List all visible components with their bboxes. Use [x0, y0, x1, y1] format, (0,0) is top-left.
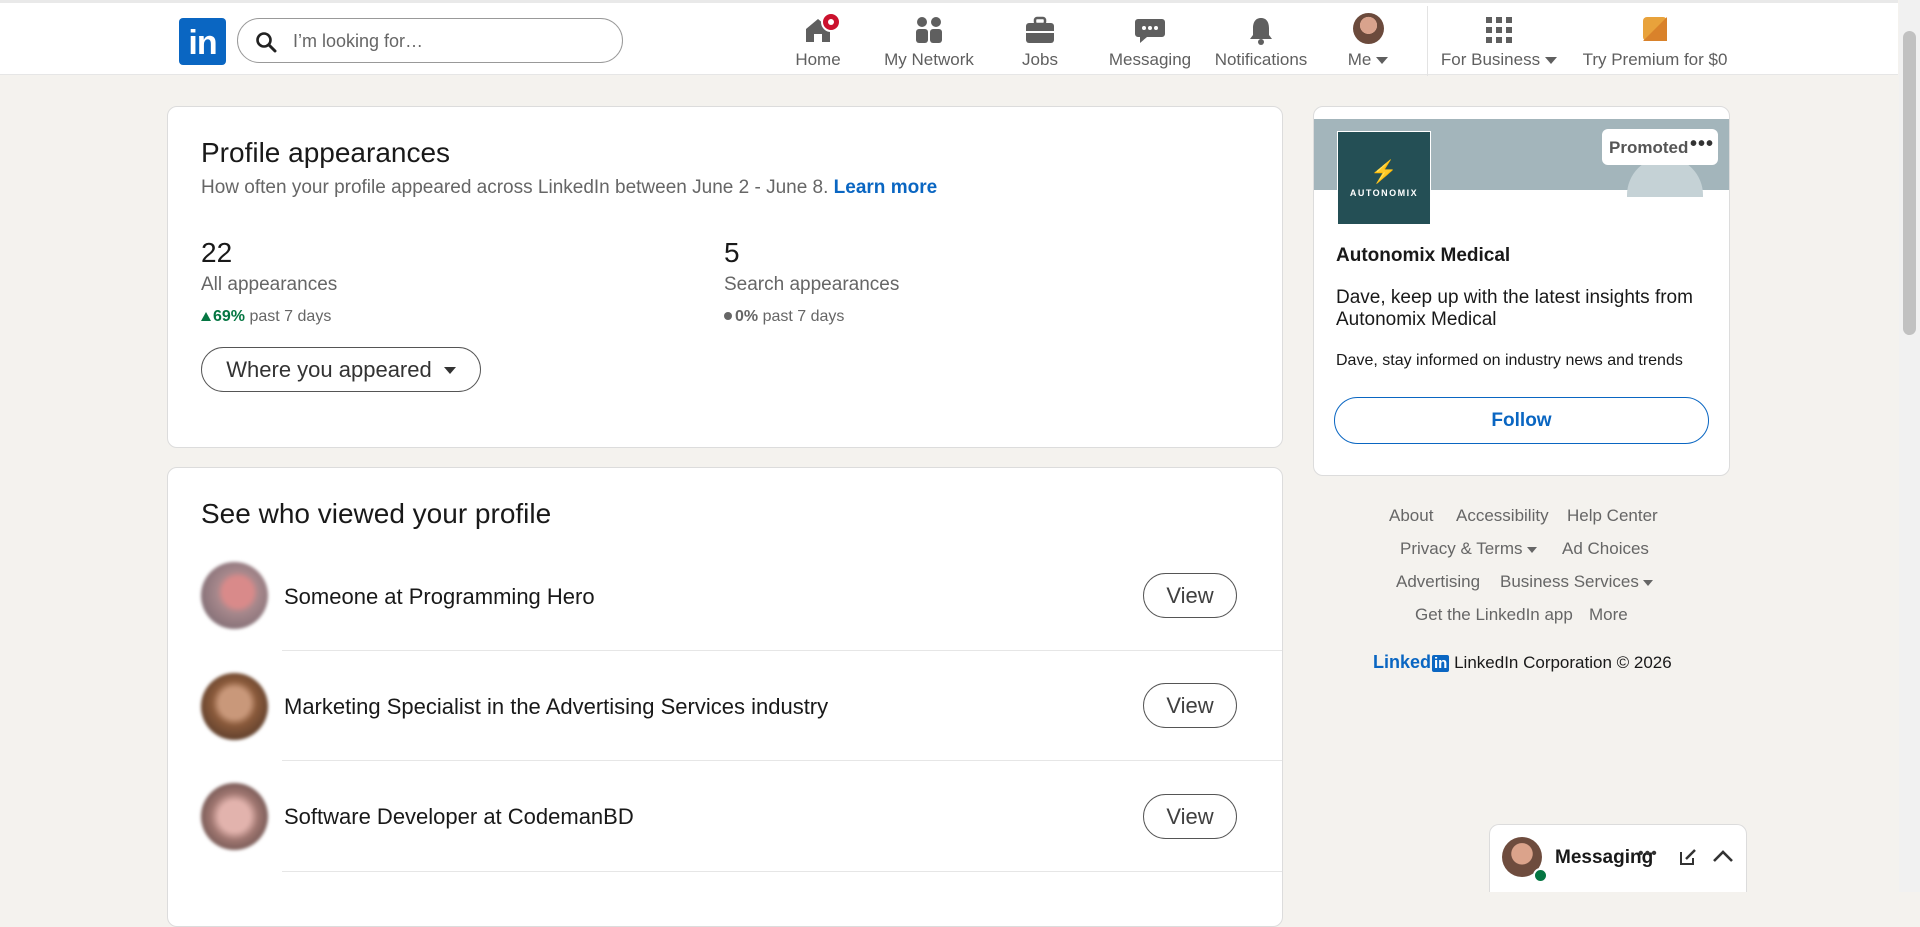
ad-headline: Dave, keep up with the latest insights f… — [1336, 287, 1693, 330]
promoted-chip: Promoted ••• — [1602, 129, 1718, 165]
nav-divider — [1427, 6, 1428, 76]
grid-icon — [1440, 13, 1558, 46]
view-button[interactable]: View — [1143, 794, 1237, 839]
logo-wordmark: AUTONOMIX — [1349, 188, 1419, 198]
all-appearances-count: 22 — [201, 237, 233, 268]
caret-down-icon — [1526, 546, 1537, 553]
ad-body: Dave, stay informed on industry news and… — [1336, 352, 1683, 369]
footer-about[interactable]: About — [1389, 506, 1433, 526]
top-nav: in Home My Network — [0, 0, 1898, 76]
appearances-subtitle-text: How often your profile appeared across L… — [201, 177, 829, 198]
where-you-appeared-button[interactable]: Where you appeared — [201, 347, 481, 392]
nav-my-network-label: My Network — [884, 50, 974, 69]
search-appearances-period: past 7 days — [762, 308, 845, 325]
nav-jobs[interactable]: Jobs — [1010, 13, 1070, 73]
avatar — [1352, 13, 1384, 44]
where-you-appeared-label: Where you appeared — [226, 356, 432, 382]
footer-help-center[interactable]: Help Center — [1567, 506, 1658, 526]
search-icon — [256, 32, 277, 53]
caret-down-icon — [1642, 579, 1653, 586]
linkedin-logo[interactable]: in — [179, 18, 226, 65]
copyright-text: LinkedIn Corporation © 2026 — [1454, 653, 1672, 672]
nav-home-label: Home — [795, 50, 841, 69]
trend-up-icon — [201, 312, 211, 321]
all-appearances-change: 69% — [213, 308, 246, 325]
nav-notifications-label: Notifications — [1214, 50, 1308, 69]
more-options-icon[interactable]: ••• — [1638, 845, 1658, 863]
messaging-overlay[interactable]: Messaging ••• — [1489, 824, 1747, 892]
page-title: Profile appearances — [201, 137, 451, 168]
viewer-avatar — [201, 673, 268, 740]
learn-more-link[interactable]: Learn more — [834, 177, 937, 198]
footer-more[interactable]: More — [1589, 605, 1628, 625]
bell-icon — [1214, 13, 1308, 46]
footer-privacy-terms-label: Privacy & Terms — [1400, 539, 1523, 558]
footer-business-services[interactable]: Business Services — [1500, 572, 1653, 592]
nav-notifications[interactable]: Notifications — [1214, 13, 1308, 73]
nav-premium[interactable]: Try Premium for $0 — [1580, 13, 1730, 73]
row-divider — [282, 760, 1282, 761]
follow-button[interactable]: Follow — [1334, 397, 1709, 444]
home-icon — [790, 12, 846, 46]
search-input[interactable] — [291, 27, 605, 55]
promoted-label: Promoted — [1609, 138, 1689, 157]
search-appearances-change: 0% — [735, 308, 759, 325]
nav-me-label: Me — [1347, 50, 1372, 69]
company-logo[interactable]: ⚡ AUTONOMIX — [1337, 131, 1431, 225]
search-appearances-label: Search appearances — [724, 274, 900, 295]
all-appearances-label: All appearances — [201, 274, 338, 295]
viewer-name[interactable]: Marketing Specialist in the Advertising … — [284, 694, 828, 720]
viewer-name[interactable]: Someone at Programming Hero — [284, 584, 595, 610]
viewer-avatar — [201, 562, 268, 629]
compose-icon[interactable] — [1678, 847, 1698, 867]
footer-advertising[interactable]: Advertising — [1396, 572, 1480, 592]
appearances-subtitle: How often your profile appeared across L… — [201, 177, 937, 199]
footer-privacy-terms[interactable]: Privacy & Terms — [1400, 539, 1537, 559]
caret-down-icon — [1376, 57, 1389, 65]
viewers-title: See who viewed your profile — [201, 498, 552, 529]
row-divider — [282, 650, 1282, 651]
chat-icon — [1108, 13, 1192, 46]
notification-badge — [821, 12, 841, 32]
me-avatar — [1340, 13, 1396, 46]
scrollbar-thumb[interactable] — [1903, 31, 1916, 335]
all-appearances-period: past 7 days — [249, 308, 332, 325]
footer-get-app[interactable]: Get the LinkedIn app — [1415, 605, 1573, 625]
search-appearances-trend: 0% past 7 days — [724, 308, 844, 326]
view-button[interactable]: View — [1143, 573, 1237, 618]
online-status-icon — [1533, 868, 1548, 883]
nav-jobs-label: Jobs — [1022, 50, 1058, 69]
nav-for-business-label: For Business — [1440, 50, 1541, 69]
viewer-avatar — [201, 783, 268, 850]
page-scrollbar[interactable] — [1899, 0, 1920, 892]
autonomix-logo-mark: ⚡ — [1370, 159, 1398, 184]
viewer-name[interactable]: Software Developer at CodemanBD — [284, 804, 634, 830]
footer-accessibility[interactable]: Accessibility — [1456, 506, 1549, 526]
network-icon — [880, 13, 978, 46]
all-appearances-trend: 69% past 7 days — [201, 308, 331, 326]
chevron-up-icon[interactable] — [1712, 849, 1734, 863]
nav-home[interactable]: Home — [790, 12, 846, 73]
view-button[interactable]: View — [1143, 683, 1237, 728]
briefcase-icon — [1010, 13, 1070, 46]
nav-messaging-label: Messaging — [1108, 50, 1192, 69]
trend-flat-icon — [724, 312, 732, 320]
nav-for-business[interactable]: For Business — [1440, 13, 1558, 73]
nav-messaging[interactable]: Messaging — [1108, 13, 1192, 73]
search-appearances-count: 5 — [724, 237, 740, 268]
caret-down-icon — [443, 367, 456, 375]
ad-company-name[interactable]: Autonomix Medical — [1336, 245, 1510, 267]
caret-down-icon — [1545, 57, 1558, 65]
footer-copyright: Linked in LinkedIn Corporation © 2026 — [1373, 652, 1672, 673]
more-options-icon[interactable]: ••• — [1690, 133, 1714, 156]
footer-business-services-label: Business Services — [1500, 572, 1639, 591]
nav-my-network[interactable]: My Network — [880, 13, 978, 73]
row-divider — [282, 871, 1282, 872]
linkedin-wordmark: Linked in — [1373, 652, 1450, 672]
premium-icon — [1580, 13, 1730, 46]
search-box[interactable] — [237, 18, 623, 63]
footer-ad-choices[interactable]: Ad Choices — [1562, 539, 1649, 559]
nav-me[interactable]: Me — [1340, 13, 1396, 73]
nav-premium-label: Try Premium for $0 — [1582, 50, 1728, 69]
